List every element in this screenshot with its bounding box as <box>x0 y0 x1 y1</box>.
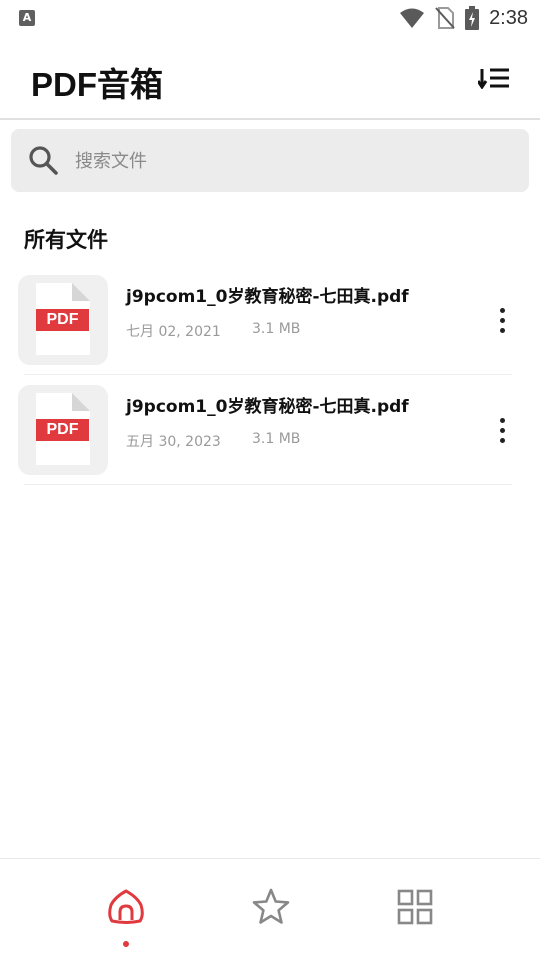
file-size: 3.1 MB <box>252 431 301 447</box>
battery-charging-icon <box>465 6 480 30</box>
more-options-icon[interactable] <box>488 413 516 447</box>
app-title: PDF音箱 <box>31 66 163 103</box>
no-sim-icon <box>435 7 455 29</box>
nav-tools-button[interactable] <box>395 887 435 927</box>
keyboard-notification-icon: A <box>19 10 35 26</box>
wifi-icon <box>400 8 425 28</box>
file-list-item[interactable]: PDF j9pcom1_0岁教育秘密-七田真.pdf 七月 02, 2021 3… <box>0 265 540 375</box>
status-icons: 2:38 <box>399 4 528 32</box>
grid-icon <box>397 889 433 925</box>
file-size: 3.1 MB <box>252 321 301 337</box>
sort-button[interactable] <box>476 62 512 94</box>
active-indicator <box>123 941 129 947</box>
clock: 2:38 <box>489 6 528 29</box>
file-list: PDF j9pcom1_0岁教育秘密-七田真.pdf 七月 02, 2021 3… <box>0 265 540 485</box>
file-date: 七月 02, 2021 <box>126 324 221 340</box>
bottom-navigation <box>0 858 540 960</box>
app-bar: PDF音箱 <box>0 36 540 120</box>
search-bar[interactable] <box>11 129 529 192</box>
home-icon <box>108 889 144 924</box>
pdf-file-icon: PDF <box>18 275 108 365</box>
nav-favorites-button[interactable] <box>251 887 291 927</box>
star-icon <box>252 888 290 924</box>
section-title: 所有文件 <box>24 228 108 252</box>
search-input[interactable] <box>75 143 505 179</box>
file-date: 五月 30, 2023 <box>126 434 221 450</box>
file-name: j9pcom1_0岁教育秘密-七田真.pdf <box>126 287 409 307</box>
pdf-badge: PDF <box>36 309 89 331</box>
sort-icon <box>478 68 509 89</box>
file-name: j9pcom1_0岁教育秘密-七田真.pdf <box>126 397 409 417</box>
more-options-icon[interactable] <box>488 303 516 337</box>
nav-home-button[interactable] <box>106 887 146 927</box>
pdf-badge: PDF <box>36 419 89 441</box>
file-list-item[interactable]: PDF j9pcom1_0岁教育秘密-七田真.pdf 五月 30, 2023 3… <box>0 375 540 485</box>
status-bar: A 2:38 <box>0 0 540 36</box>
pdf-file-icon: PDF <box>18 385 108 475</box>
divider <box>24 484 512 485</box>
search-icon <box>29 146 58 175</box>
